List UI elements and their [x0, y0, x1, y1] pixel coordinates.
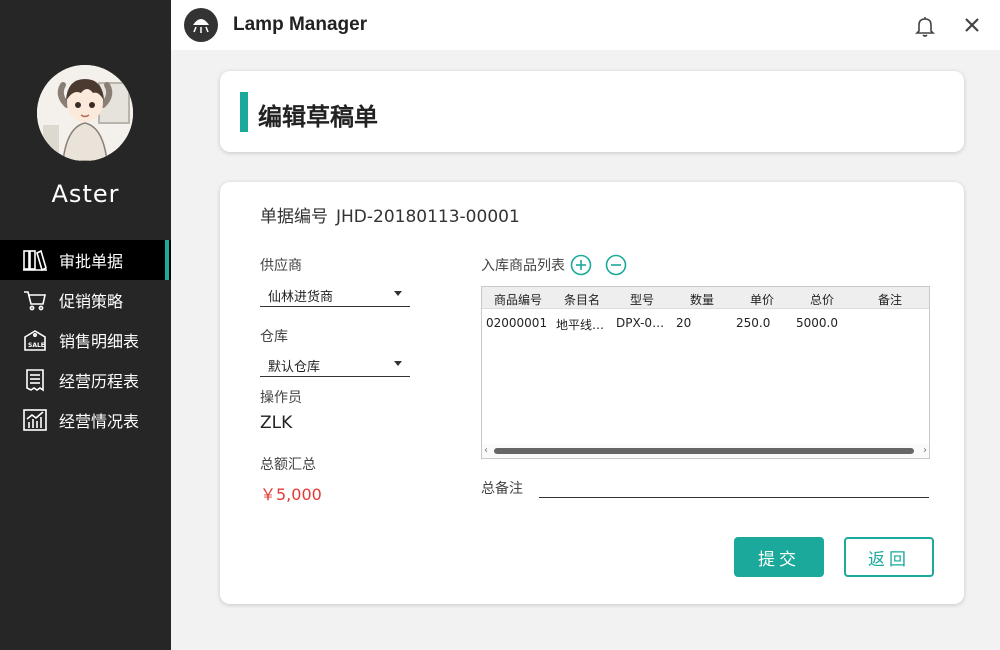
table-cell: 02000001	[486, 316, 548, 330]
column-header[interactable]: 总价	[810, 291, 834, 308]
column-header[interactable]: 商品编号	[494, 291, 542, 308]
column-header[interactable]: 单价	[750, 291, 774, 308]
scrollbar-thumb[interactable]	[494, 448, 914, 454]
remark-input[interactable]	[539, 476, 929, 498]
chart-icon	[22, 407, 48, 433]
sidebar-item-label: 促销策略	[59, 292, 124, 311]
column-header[interactable]: 型号	[630, 291, 654, 308]
sidebar-item-business-history[interactable]: 经营历程表	[0, 360, 171, 400]
column-header[interactable]: 数量	[690, 291, 714, 308]
document-number-value: JHD-20180113-00001	[336, 207, 520, 227]
table-cell: 地平线…	[556, 318, 605, 332]
books-icon	[22, 247, 48, 273]
sidebar-nav: 审批单据 促销策略 SALE 销售明细表 经营历程表 经营情况表	[0, 240, 171, 440]
sidebar-item-approve-documents[interactable]: 审批单据	[0, 240, 171, 280]
sidebar-item-label: 经营历程表	[59, 372, 140, 391]
add-item-icon[interactable]	[570, 254, 592, 276]
avatar[interactable]	[37, 65, 133, 161]
svg-text:SALE: SALE	[28, 342, 45, 349]
dropdown-arrow-icon	[394, 291, 402, 296]
supplier-label: 供应商	[260, 258, 302, 274]
table-cell: DPX-0…	[616, 316, 665, 330]
lamp-logo-icon	[183, 7, 219, 43]
back-button[interactable]: 返回	[844, 537, 934, 577]
supplier-value: 仙林进货商	[268, 290, 334, 305]
close-icon[interactable]	[962, 15, 982, 35]
sidebar-item-promotion-strategy[interactable]: 促销策略	[0, 280, 171, 320]
form-card: 单据编号 JHD-20180113-00001 供应商 仙林进货商 仓库 默认仓库…	[220, 182, 964, 604]
warehouse-value: 默认仓库	[268, 360, 321, 375]
page-title: 编辑草稿单	[258, 103, 378, 131]
column-header[interactable]: 条目名	[564, 291, 600, 308]
sidebar-item-label: 经营情况表	[59, 412, 140, 431]
item-table[interactable]: 商品编号 条目名 型号 数量 单价 总价 备注 02000001 地平线… DP…	[481, 286, 930, 459]
horizontal-scrollbar[interactable]: ‹ ›	[482, 444, 929, 458]
page-header-card: 编辑草稿单	[220, 71, 964, 152]
bell-icon[interactable]	[914, 15, 936, 37]
table-cell: 20	[676, 316, 692, 330]
app-title: Lamp Manager	[233, 14, 368, 35]
document-number-label: 单据编号	[260, 207, 328, 227]
titlebar: Lamp Manager	[171, 0, 1000, 50]
cart-icon	[22, 287, 48, 313]
item-list-title: 入库商品列表	[481, 258, 565, 274]
table-header: 商品编号 条目名 型号 数量 单价 总价 备注	[482, 287, 929, 309]
accent-bar	[240, 92, 248, 132]
warehouse-select[interactable]: 默认仓库	[260, 351, 410, 377]
table-cell: 250.0	[736, 316, 771, 330]
operator-value: ZLK	[260, 413, 293, 433]
dropdown-arrow-icon	[394, 361, 402, 366]
document-number: 单据编号 JHD-20180113-00001	[260, 202, 520, 227]
sidebar-item-sales-detail[interactable]: SALE 销售明细表	[0, 320, 171, 360]
sale-tag-icon: SALE	[22, 327, 48, 353]
receipt-icon	[22, 367, 48, 393]
sidebar-item-label: 审批单据	[59, 252, 124, 271]
scroll-left-icon[interactable]: ‹	[484, 445, 488, 456]
warehouse-label: 仓库	[260, 329, 288, 345]
sidebar: Aster 审批单据 促销策略 SALE 销售明细表 经营历程表 经营情况表	[0, 0, 171, 650]
remark-label: 总备注	[481, 481, 523, 497]
total-value: ￥5,000	[260, 485, 322, 504]
operator-label: 操作员	[260, 390, 302, 406]
username: Aster	[51, 180, 120, 208]
sidebar-item-label: 销售明细表	[59, 332, 140, 351]
submit-button[interactable]: 提交	[734, 537, 824, 577]
sidebar-item-business-status[interactable]: 经营情况表	[0, 400, 171, 440]
remove-item-icon[interactable]	[605, 254, 627, 276]
total-label: 总额汇总	[260, 457, 316, 473]
table-cell: 5000.0	[796, 316, 838, 330]
supplier-select[interactable]: 仙林进货商	[260, 281, 410, 307]
scroll-right-icon[interactable]: ›	[923, 445, 927, 456]
column-header[interactable]: 备注	[878, 291, 902, 308]
